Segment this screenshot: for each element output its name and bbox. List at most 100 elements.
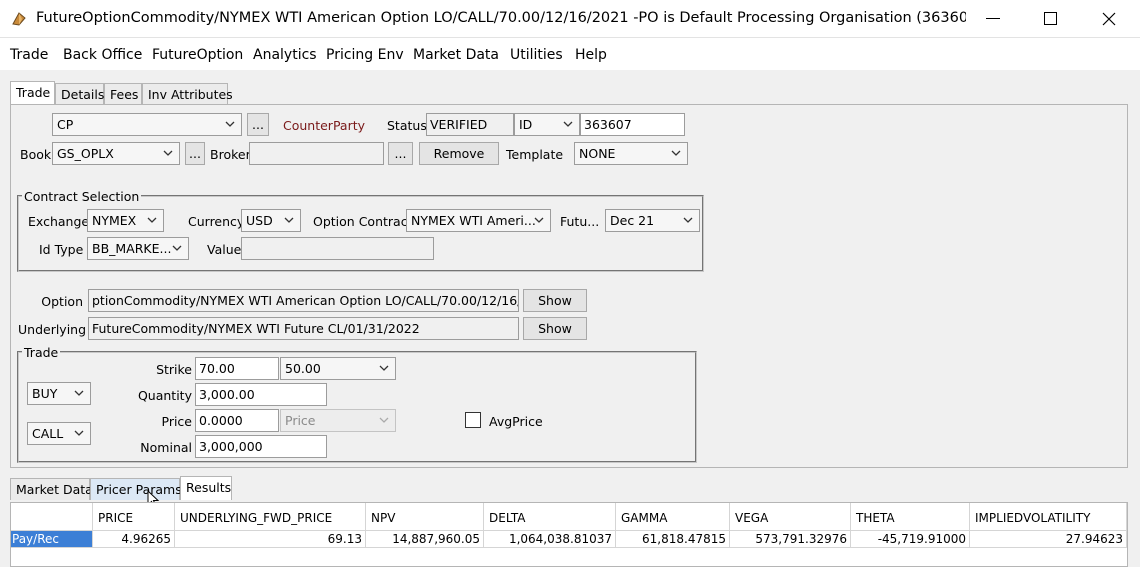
call-put-value: CALL xyxy=(32,426,64,441)
currency-select[interactable]: USD xyxy=(241,209,301,232)
tab-pricer-params[interactable]: Pricer Params xyxy=(90,478,182,500)
option-label: Option xyxy=(41,294,83,309)
tab-inv-attributes[interactable]: Inv Attributes xyxy=(142,83,233,105)
menu-futureoption[interactable]: FutureOption xyxy=(152,47,243,63)
book-value: GS_OPLX xyxy=(57,146,114,161)
status-label: Status xyxy=(387,118,427,133)
exchange-label: Exchange xyxy=(28,214,90,229)
table-cell-impliedvolatility[interactable]: 27.94623 xyxy=(970,531,1127,547)
id-type-select[interactable]: ID xyxy=(514,113,580,136)
strike-field[interactable]: 70.00 xyxy=(195,357,279,380)
close-button[interactable] xyxy=(1080,0,1138,38)
menu-back-office[interactable]: Back Office xyxy=(63,47,142,63)
remove-button[interactable]: Remove xyxy=(419,142,499,165)
table-cell-price[interactable]: 4.96265 xyxy=(93,531,175,547)
menu-trade[interactable]: Trade xyxy=(10,47,48,63)
table-cell-theta[interactable]: -45,719.91000 xyxy=(851,531,970,547)
column-header-underlying-fwd-price[interactable]: UNDERLYING_FWD_PRICE xyxy=(175,503,366,531)
contract-id-type-select[interactable]: BB_MARKE... xyxy=(87,237,189,260)
contract-value-field[interactable] xyxy=(241,237,434,260)
chevron-down-icon xyxy=(74,430,84,436)
app-icon xyxy=(12,12,26,26)
nominal-field[interactable]: 3,000,000 xyxy=(195,435,327,458)
chevron-down-icon xyxy=(172,245,182,251)
strike-select[interactable]: 50.00 xyxy=(280,357,396,380)
chevron-down-icon xyxy=(225,121,235,127)
underlying-field: FutureCommodity/NYMEX WTI Future CL/01/3… xyxy=(88,317,519,340)
tab-trade[interactable]: Trade xyxy=(10,81,55,105)
maximize-icon xyxy=(1044,12,1057,25)
broker-field[interactable] xyxy=(249,142,384,165)
template-label: Template xyxy=(506,147,564,162)
id-type-value: ID xyxy=(519,117,533,132)
tab-results[interactable]: Results xyxy=(180,476,232,500)
menu-utilities[interactable]: Utilities xyxy=(510,47,563,63)
menu-analytics[interactable]: Analytics xyxy=(253,47,317,63)
column-header-gamma[interactable]: GAMMA xyxy=(616,503,730,531)
column-header-delta[interactable]: DELTA xyxy=(484,503,616,531)
window-title: FutureOptionCommodity/NYMEX WTI American… xyxy=(36,10,966,26)
price-type-select: Price xyxy=(280,409,396,432)
buy-sell-select[interactable]: BUY xyxy=(27,382,91,405)
exchange-select[interactable]: NYMEX xyxy=(87,209,164,232)
menu-help[interactable]: Help xyxy=(575,47,607,63)
column-header-vega[interactable]: VEGA xyxy=(730,503,851,531)
menu-bar: Trade Back Office FutureOption Analytics… xyxy=(0,38,1140,70)
column-header-impliedvolatility[interactable]: IMPLIEDVOLATILITY xyxy=(970,503,1127,531)
tab-market-data[interactable]: Market Data xyxy=(10,478,93,500)
counterparty-label[interactable]: CounterParty xyxy=(283,118,365,133)
call-put-select[interactable]: CALL xyxy=(27,422,91,445)
template-select[interactable]: NONE xyxy=(574,142,688,165)
results-table: PRICE UNDERLYING_FWD_PRICE NPV DELTA GAM… xyxy=(10,502,1128,567)
option-show-button[interactable]: Show xyxy=(523,289,587,312)
table-cell-vega[interactable]: 573,791.32976 xyxy=(730,531,851,547)
minimize-button[interactable] xyxy=(964,0,1022,38)
future-select[interactable]: Dec 21 xyxy=(605,209,700,232)
tab-details[interactable]: Details xyxy=(55,83,104,105)
broker-lookup-button[interactable]: ... xyxy=(388,142,413,165)
option-contract-value: NYMEX WTI Ameri... xyxy=(411,213,536,228)
chevron-down-icon xyxy=(74,390,84,396)
quantity-field[interactable]: 3,000.00 xyxy=(195,383,327,406)
tab-fees[interactable]: Fees xyxy=(104,83,142,105)
chevron-down-icon xyxy=(671,150,681,156)
book-select[interactable]: GS_OPLX xyxy=(52,142,180,165)
price-field[interactable]: 0.0000 xyxy=(195,409,279,432)
table-row-label[interactable]: Pay/Rec xyxy=(11,531,93,547)
exchange-value: NYMEX xyxy=(92,213,137,228)
table-cell-underlying-fwd-price[interactable]: 69.13 xyxy=(175,531,366,547)
avgprice-label: AvgPrice xyxy=(489,414,543,429)
strike-select-value: 50.00 xyxy=(285,361,321,376)
counterparty-lookup-button[interactable]: ... xyxy=(247,113,269,136)
buy-sell-value: BUY xyxy=(32,386,58,401)
menu-pricing-env[interactable]: Pricing Env xyxy=(326,47,404,63)
table-cell-npv[interactable]: 14,887,960.05 xyxy=(366,531,484,547)
counterparty-role-select[interactable]: CP xyxy=(52,113,242,136)
column-header-theta[interactable]: THETA xyxy=(851,503,970,531)
chevron-down-icon xyxy=(284,217,294,223)
trade-group-title: Trade xyxy=(22,345,61,360)
table-cell-delta[interactable]: 1,064,038.81037 xyxy=(484,531,616,547)
table-cell-gamma[interactable]: 61,818.47815 xyxy=(616,531,730,547)
id-field[interactable]: 363607 xyxy=(580,113,685,136)
option-contract-label: Option Contract xyxy=(313,214,413,229)
future-label: Futu... xyxy=(560,214,600,229)
maximize-button[interactable] xyxy=(1022,0,1080,38)
menu-market-data[interactable]: Market Data xyxy=(413,47,499,63)
strike-label: Strike xyxy=(156,362,192,377)
id-type-label: Id Type xyxy=(39,242,84,257)
title-bar[interactable]: FutureOptionCommodity/NYMEX WTI American… xyxy=(0,0,1140,38)
status-field: VERIFIED xyxy=(426,113,514,136)
column-header-row-label[interactable] xyxy=(11,503,93,531)
nominal-label: Nominal xyxy=(140,440,192,455)
column-header-npv[interactable]: NPV xyxy=(366,503,484,531)
book-lookup-button[interactable]: ... xyxy=(185,142,205,165)
option-contract-select[interactable]: NYMEX WTI Ameri... xyxy=(406,209,551,232)
future-value: Dec 21 xyxy=(610,213,655,228)
price-type-value: Price xyxy=(285,413,316,428)
underlying-show-button[interactable]: Show xyxy=(523,317,587,340)
template-value: NONE xyxy=(579,146,616,161)
avgprice-checkbox[interactable] xyxy=(465,412,481,428)
column-header-price[interactable]: PRICE xyxy=(93,503,175,531)
counterparty-role-value: CP xyxy=(57,117,74,132)
